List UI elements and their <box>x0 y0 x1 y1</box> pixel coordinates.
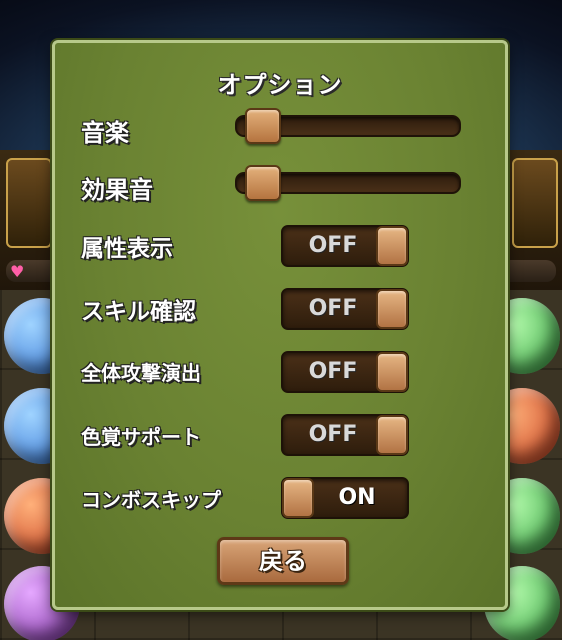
options-dialog: オプション 音楽 効果音 属性表示 OFF スキル確認 OFF 全体攻撃演出 O… <box>52 40 508 610</box>
toggle-knob <box>376 289 408 329</box>
toggle-knob <box>282 478 314 518</box>
full-attack-effect-toggle[interactable]: OFF <box>281 351 409 393</box>
sound-effects-slider[interactable] <box>235 165 461 201</box>
music-slider[interactable] <box>235 108 461 144</box>
sound-effects-slider-handle[interactable] <box>245 165 281 201</box>
toggle-state: OFF <box>308 233 358 258</box>
leader-card-left <box>6 158 52 248</box>
toggle-knob <box>376 352 408 392</box>
dialog-title: オプション <box>217 71 343 99</box>
attribute-display-toggle[interactable]: OFF <box>281 225 409 267</box>
music-slider-handle[interactable] <box>245 108 281 144</box>
combo-skip-toggle[interactable]: ON <box>281 477 409 519</box>
attribute-display-label: 属性表示 <box>81 236 173 262</box>
toggle-state: OFF <box>308 296 358 321</box>
toggle-state: OFF <box>308 359 358 384</box>
leader-card-right <box>512 158 558 248</box>
color-support-toggle[interactable]: OFF <box>281 414 409 456</box>
music-label: 音楽 <box>81 119 129 147</box>
skill-confirm-toggle[interactable]: OFF <box>281 288 409 330</box>
toggle-knob <box>376 415 408 455</box>
skill-confirm-label: スキル確認 <box>81 299 196 325</box>
toggle-state: OFF <box>308 422 358 447</box>
toggle-knob <box>376 226 408 266</box>
combo-skip-label: コンボスキップ <box>81 488 221 512</box>
toggle-state: ON <box>338 485 376 510</box>
sound-effects-label: 効果音 <box>81 176 153 204</box>
color-support-label: 色覚サポート <box>81 425 201 449</box>
back-button[interactable]: 戻る <box>217 537 349 585</box>
heart-icon: ♥ <box>10 262 25 281</box>
full-attack-effect-label: 全体攻撃演出 <box>81 361 201 385</box>
